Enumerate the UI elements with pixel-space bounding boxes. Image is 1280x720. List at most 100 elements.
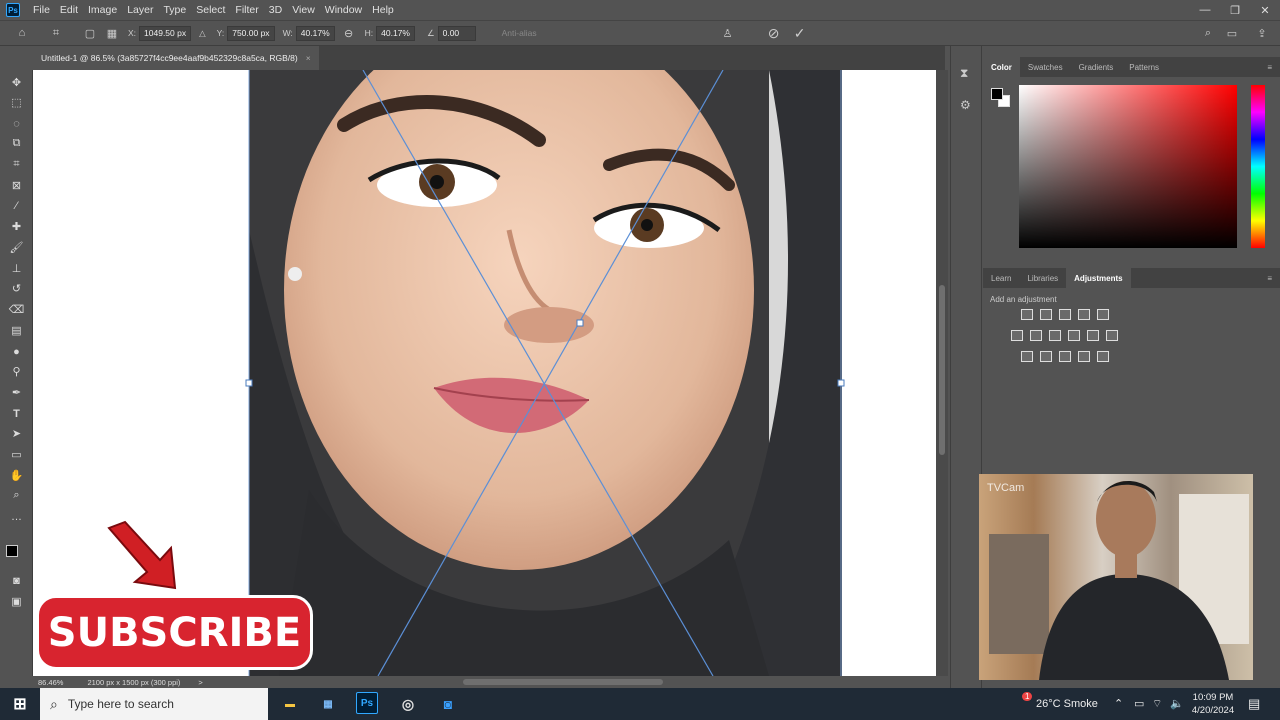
commit-transform-icon[interactable]: ✓	[792, 25, 808, 41]
file-explorer-icon[interactable]: ▬	[278, 692, 302, 716]
history-brush-tool-icon[interactable]: ↺	[8, 280, 25, 297]
wifi-icon[interactable]: ⌔	[1152, 697, 1162, 711]
menu-file[interactable]: File	[28, 4, 55, 16]
curves-icon[interactable]	[1059, 309, 1071, 320]
reference-toggle-icon[interactable]: ▢	[82, 25, 98, 41]
color-balance-icon[interactable]	[1030, 330, 1042, 341]
menu-filter[interactable]: Filter	[230, 4, 263, 16]
gradient-tool-icon[interactable]: ▤	[8, 322, 25, 339]
fg-color-chip[interactable]	[991, 88, 1003, 100]
clone-stamp-tool-icon[interactable]: ⊥	[8, 260, 25, 277]
photo-filter-icon[interactable]	[1068, 330, 1080, 341]
reference-grid-icon[interactable]: ▦	[104, 25, 120, 41]
reference-point-icon[interactable]: ⌗	[48, 25, 64, 41]
color-picker-field[interactable]	[1019, 85, 1237, 248]
menu-window[interactable]: Window	[320, 4, 367, 16]
clock[interactable]: 10:09 PM 4/20/2024	[1188, 691, 1238, 717]
panel-menu-icon-2[interactable]: ≡	[1259, 268, 1280, 288]
threshold-icon[interactable]	[1059, 351, 1071, 362]
status-menu-arrow-icon[interactable]: >	[198, 678, 202, 687]
screen-mode-icon[interactable]: ▣	[8, 593, 25, 610]
vertical-scrollbar[interactable]	[936, 70, 948, 676]
more-tools-icon[interactable]: …	[8, 508, 25, 525]
app-icon[interactable]: ◙	[436, 692, 460, 716]
brightness-icon[interactable]	[1021, 309, 1033, 320]
angle-field[interactable]: 0.00	[437, 25, 476, 41]
hand-tool-icon[interactable]: ✋	[8, 467, 25, 484]
levels-icon[interactable]	[1040, 309, 1052, 320]
share-icon[interactable]: ⇪	[1254, 25, 1270, 41]
type-tool-icon[interactable]: T	[8, 405, 25, 422]
tab-patterns[interactable]: Patterns	[1121, 57, 1167, 77]
exposure-icon[interactable]	[1078, 309, 1090, 320]
x-field[interactable]: 1049.50 px	[139, 25, 192, 41]
tab-libraries[interactable]: Libraries	[1019, 268, 1066, 288]
y-field[interactable]: 750.00 px	[227, 25, 275, 41]
object-select-tool-icon[interactable]: ⧉	[8, 135, 25, 152]
tab-adjustments[interactable]: Adjustments	[1066, 268, 1131, 288]
photoshop-taskbar-icon[interactable]: Ps	[356, 692, 378, 714]
color-lookup-icon[interactable]	[1106, 330, 1118, 341]
tray-chevron-icon[interactable]: ⌃	[1114, 697, 1123, 710]
dodge-tool-icon[interactable]: ⚲	[8, 363, 25, 380]
foreground-color-swatch[interactable]	[6, 545, 18, 557]
panel-menu-icon[interactable]: ≡	[1259, 57, 1280, 77]
tab-learn[interactable]: Learn	[983, 268, 1019, 288]
crop-tool-icon[interactable]: ⌗	[8, 156, 25, 173]
path-select-tool-icon[interactable]: ➤	[8, 425, 25, 442]
store-icon[interactable]: ▦	[316, 692, 340, 716]
horizontal-scroll-thumb[interactable]	[463, 679, 663, 685]
vibrance-icon[interactable]	[1097, 309, 1109, 320]
notifications-icon[interactable]: ▤	[1248, 696, 1260, 712]
restore-icon[interactable]: ❐	[1220, 0, 1250, 20]
vertical-scroll-thumb[interactable]	[939, 285, 945, 455]
eraser-tool-icon[interactable]: ⌫	[8, 301, 25, 318]
zoom-level[interactable]: 86.46%	[38, 678, 63, 687]
eyedropper-tool-icon[interactable]: ⁄	[8, 197, 25, 214]
healing-brush-tool-icon[interactable]: ✚	[8, 218, 25, 235]
menu-3d[interactable]: 3D	[264, 4, 287, 16]
blur-tool-icon[interactable]: ●	[8, 343, 25, 360]
taskbar-search[interactable]: ⌕ Type here to search	[40, 688, 268, 720]
network-icon[interactable]: ▭	[1134, 697, 1144, 710]
history-panel-icon[interactable]: ⧗	[960, 66, 968, 81]
windows-start-icon[interactable]: ⊞	[8, 692, 32, 716]
close-tab-icon[interactable]: ×	[306, 53, 311, 63]
pen-tool-icon[interactable]: ✒	[8, 384, 25, 401]
tab-swatches[interactable]: Swatches	[1020, 57, 1071, 77]
document-tab[interactable]: Untitled-1 @ 86.5% (3a85727f4cc9ee4aaf9b…	[33, 46, 319, 70]
close-window-icon[interactable]: ✕	[1250, 0, 1280, 20]
menu-view[interactable]: View	[287, 4, 320, 16]
black-white-icon[interactable]	[1049, 330, 1061, 341]
minimize-icon[interactable]: —	[1190, 0, 1220, 20]
hue-slider[interactable]	[1251, 85, 1265, 248]
workspace-icon[interactable]: ▭	[1224, 25, 1240, 41]
volume-icon[interactable]: 🔈	[1170, 697, 1184, 710]
tab-color[interactable]: Color	[983, 57, 1020, 77]
hue-saturation-icon[interactable]	[1011, 330, 1023, 341]
menu-image[interactable]: Image	[83, 4, 122, 16]
quick-mask-icon[interactable]: ◙	[8, 572, 25, 589]
rectangle-tool-icon[interactable]: ▭	[8, 446, 25, 463]
tab-gradients[interactable]: Gradients	[1071, 57, 1122, 77]
h-field[interactable]: 40.17%	[376, 25, 415, 41]
properties-panel-icon[interactable]: ⚙	[960, 98, 971, 112]
move-tool-icon[interactable]: ✥	[8, 74, 25, 91]
menu-select[interactable]: Select	[191, 4, 230, 16]
search-icon[interactable]: ⌕	[1200, 25, 1216, 41]
channel-mixer-icon[interactable]	[1087, 330, 1099, 341]
marquee-tool-icon[interactable]: ⬚	[8, 94, 25, 111]
menu-type[interactable]: Type	[158, 4, 191, 16]
puppet-warp-icon[interactable]: ♙	[720, 25, 736, 41]
weather-text[interactable]: 26°C Smoke	[1036, 698, 1098, 710]
home-icon[interactable]: ⌂	[14, 25, 30, 41]
selective-color-icon[interactable]	[1097, 351, 1109, 362]
menu-layer[interactable]: Layer	[122, 4, 158, 16]
brush-tool-icon[interactable]: 🖌	[8, 239, 25, 256]
invert-icon[interactable]	[1021, 351, 1033, 362]
posterize-icon[interactable]	[1040, 351, 1052, 362]
delta-icon[interactable]: △	[199, 28, 206, 39]
menu-edit[interactable]: Edit	[55, 4, 83, 16]
w-field[interactable]: 40.17%	[295, 25, 335, 41]
obs-icon[interactable]: ◎	[396, 692, 420, 716]
